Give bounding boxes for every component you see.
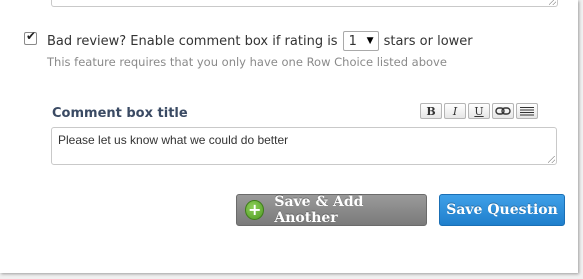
save-question-label: Save Question bbox=[446, 202, 558, 218]
bold-button[interactable]: B bbox=[420, 103, 442, 119]
bad-review-row: Bad review? Enable comment box if rating… bbox=[47, 31, 473, 51]
justify-icon bbox=[520, 106, 534, 115]
rating-threshold-select[interactable]: 1 ▼ bbox=[342, 31, 379, 51]
justify-button[interactable] bbox=[516, 103, 538, 119]
bad-review-label: Bad review? Enable comment box if rating… bbox=[47, 33, 338, 49]
comment-box-title-label: Comment box title bbox=[52, 106, 188, 121]
link-button[interactable] bbox=[492, 103, 514, 119]
comment-box-title-field[interactable]: Please let us know what we could do bett… bbox=[51, 127, 557, 165]
comment-box-title-value: Please let us know what we could do bett… bbox=[58, 133, 289, 147]
row-choice-hint: This feature requires that you only have… bbox=[47, 55, 447, 69]
rating-threshold-value: 1 bbox=[348, 33, 357, 49]
save-and-add-another-button[interactable]: + Save & Add Another bbox=[236, 194, 427, 226]
bad-review-suffix: stars or lower bbox=[383, 33, 473, 49]
resize-grip-icon[interactable] bbox=[549, 0, 556, 5]
plus-icon: + bbox=[245, 200, 265, 220]
italic-button[interactable]: I bbox=[444, 103, 466, 119]
previous-textarea[interactable] bbox=[51, 0, 558, 7]
link-icon bbox=[495, 107, 511, 115]
question-editor-panel: ✔ Bad review? Enable comment box if rati… bbox=[0, 0, 578, 273]
underline-button[interactable]: U bbox=[468, 103, 490, 119]
checkmark-icon: ✔ bbox=[26, 29, 37, 43]
save-question-button[interactable]: Save Question bbox=[439, 194, 565, 226]
save-and-add-another-label: Save & Add Another bbox=[274, 194, 364, 226]
resize-grip-icon[interactable] bbox=[548, 156, 555, 163]
formatting-toolbar: B I U bbox=[420, 103, 538, 119]
bad-review-checkbox[interactable]: ✔ bbox=[24, 29, 37, 45]
dropdown-arrow-icon: ▼ bbox=[366, 36, 374, 46]
